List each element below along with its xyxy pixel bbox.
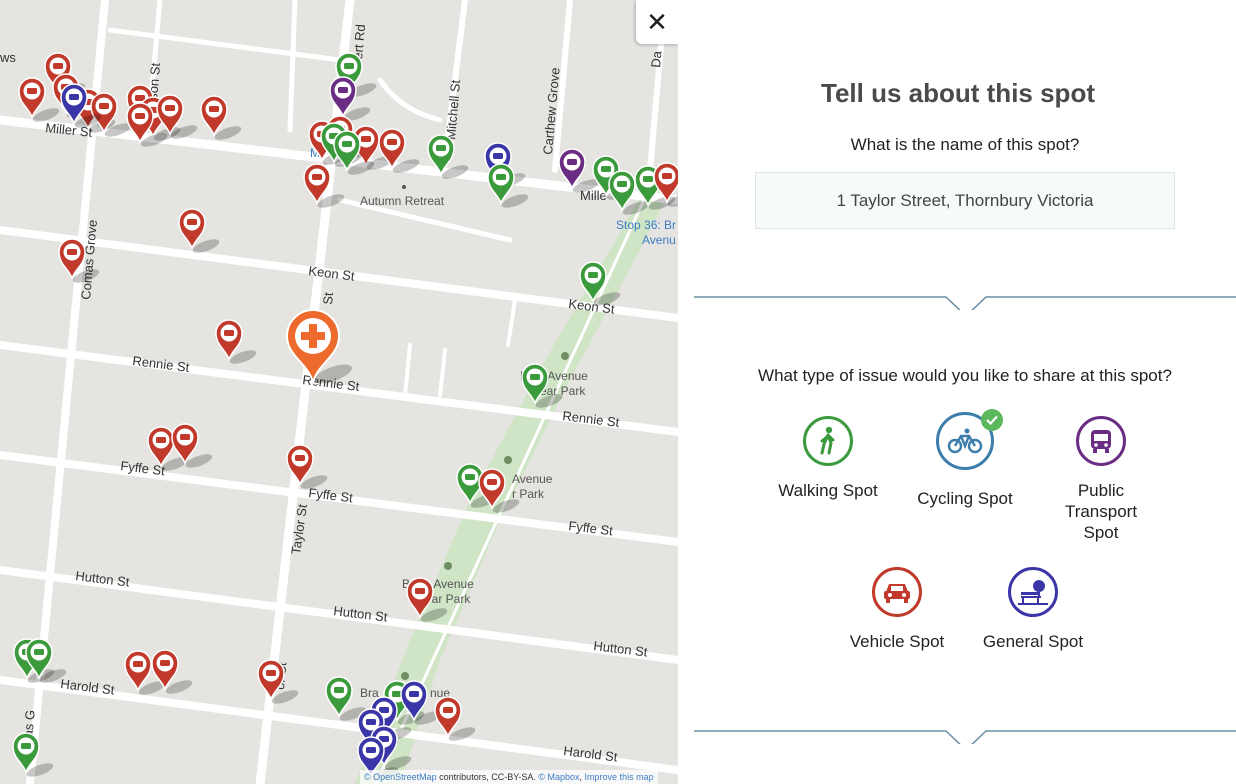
mapbox-link[interactable]: © Mapbox [538, 772, 579, 782]
section-divider [694, 296, 1236, 310]
vehicle-spot-marker[interactable] [257, 659, 300, 706]
walking-spot-marker[interactable] [12, 732, 55, 779]
general-spot-label: General Spot [982, 632, 1084, 651]
section-divider [694, 730, 1236, 744]
walking-spot-label: Walking Spot [778, 481, 878, 500]
park-bench-icon [1008, 567, 1058, 617]
vehicle-spot-option[interactable]: Vehicle Spot [827, 567, 967, 652]
vehicle-spot-marker[interactable] [434, 696, 477, 743]
vehicle-spot-marker[interactable] [378, 128, 421, 175]
vehicle-spot-marker[interactable] [178, 208, 221, 255]
selected-check-icon [981, 409, 1003, 431]
spot-name-input[interactable] [755, 172, 1175, 229]
car-icon [872, 567, 922, 617]
walking-spot-marker[interactable] [521, 363, 564, 410]
walking-spot-marker[interactable] [579, 261, 622, 308]
improve-map-link[interactable]: Improve this map [585, 772, 654, 782]
map-attribution: © OpenStreetMap contributors, CC-BY-SA. … [360, 770, 658, 784]
vehicle-spot-marker[interactable] [215, 319, 258, 366]
panel-title: Tell us about this spot [821, 78, 1095, 108]
public-transport-spot-option[interactable]: Public Transport Spot [1031, 416, 1171, 543]
cycling-spot-option[interactable]: Cycling Spot [895, 409, 1035, 509]
public-transport-spot-label: Public Transport Spot [1064, 481, 1138, 542]
openstreetmap-link[interactable]: © OpenStreetMap [364, 772, 437, 782]
close-panel-button[interactable]: ✕ [636, 0, 678, 44]
walking-spot-marker[interactable] [487, 163, 530, 210]
vehicle-spot-marker[interactable] [200, 95, 243, 142]
spot-name-question: What is the name of this spot? [850, 135, 1080, 154]
vehicle-spot-marker[interactable] [286, 444, 329, 491]
selected-spot-marker[interactable] [285, 309, 354, 387]
map-markers[interactable] [0, 0, 678, 784]
vehicle-spot-marker[interactable] [478, 468, 521, 515]
issue-type-question: What type of issue would you like to sha… [758, 366, 1172, 385]
walking-spot-marker[interactable] [427, 134, 470, 181]
walking-spot-option[interactable]: Walking Spot [758, 416, 898, 501]
cycling-spot-label: Cycling Spot [917, 489, 1013, 508]
walking-icon [803, 416, 853, 466]
vehicle-spot-marker[interactable] [303, 163, 346, 210]
bus-icon [1076, 416, 1126, 466]
spot-details-panel: Tell us about this spot What is the name… [678, 0, 1236, 784]
vehicle-spot-label: Vehicle Spot [849, 632, 945, 651]
attribution-text: contributors, CC-BY-SA. [436, 772, 539, 782]
vehicle-spot-marker[interactable] [406, 577, 449, 624]
general-spot-option[interactable]: General Spot [963, 567, 1103, 652]
vehicle-spot-marker[interactable] [58, 238, 101, 285]
close-icon: ✕ [646, 6, 668, 37]
bicycle-icon [936, 409, 1003, 470]
map-view[interactable]: Miller St Keon St Rennie St Fyffe St Hut… [0, 0, 678, 784]
